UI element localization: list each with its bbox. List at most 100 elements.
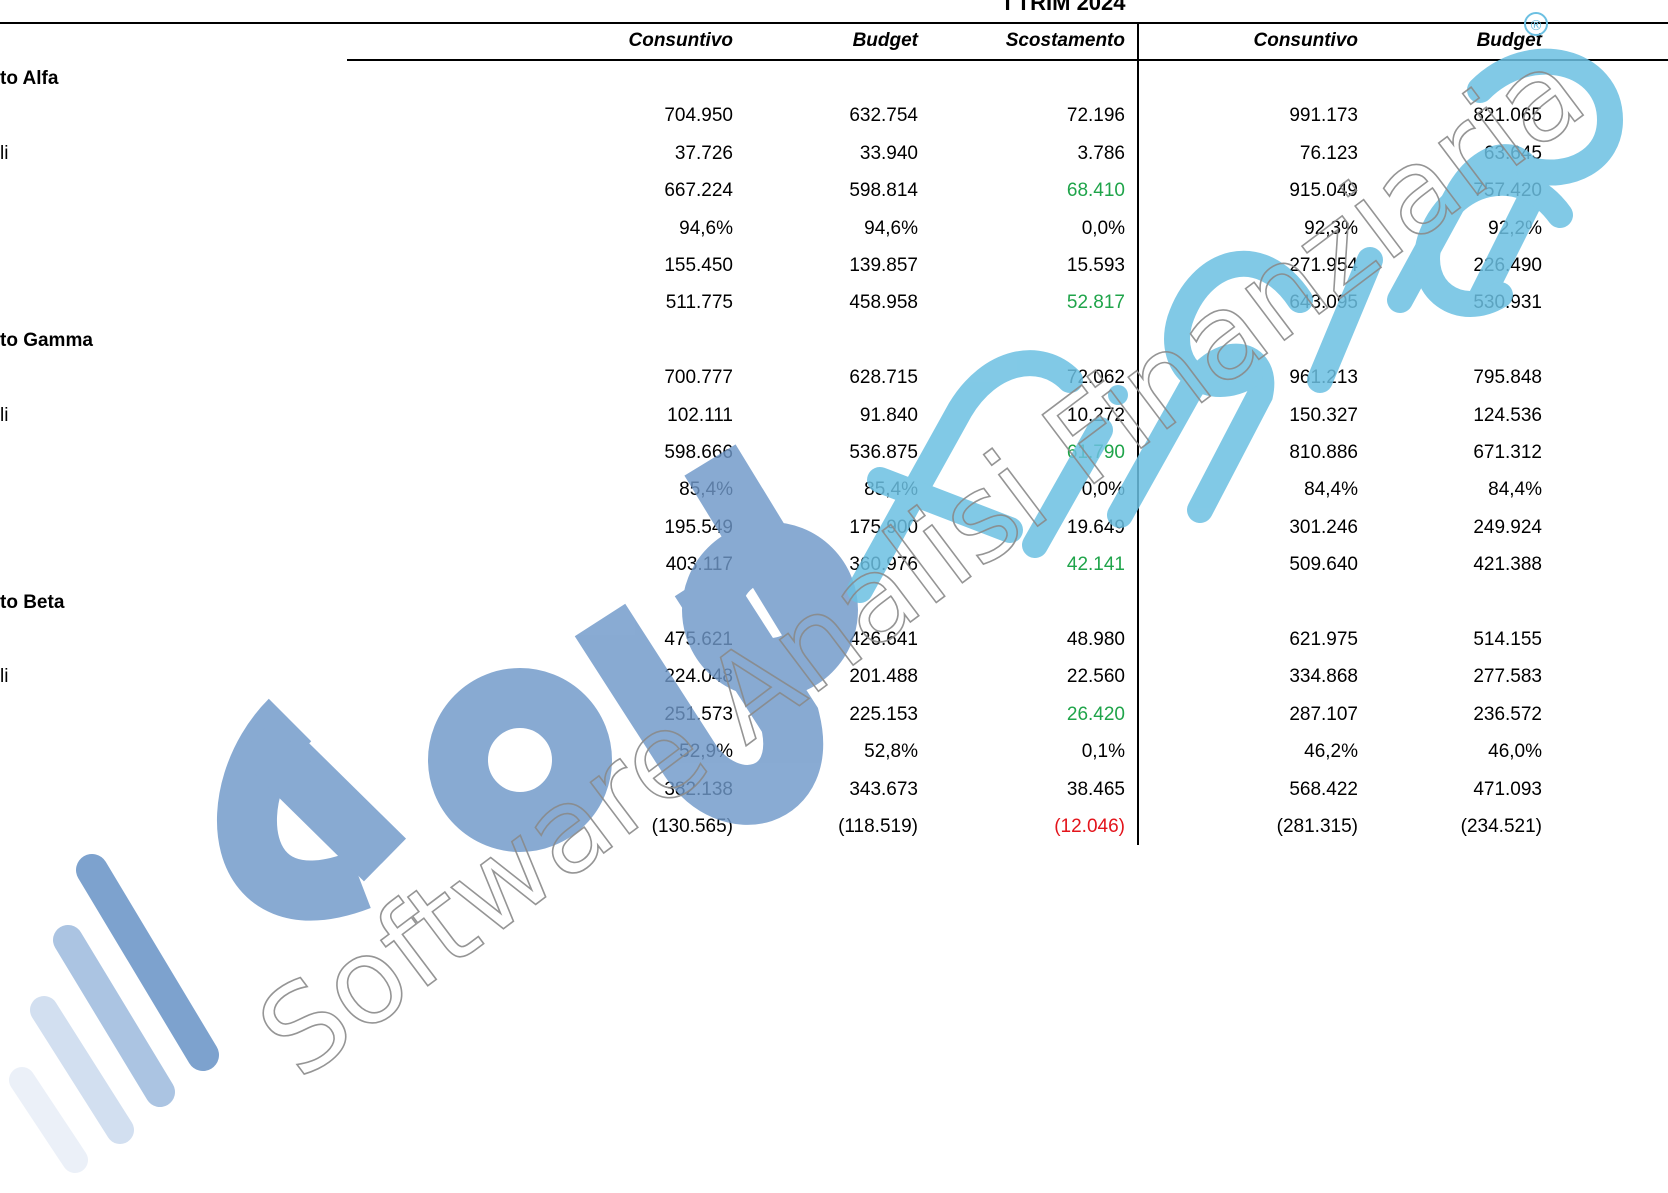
table-cell: 15.593 xyxy=(1066,255,1125,276)
table-cell: 0,0% xyxy=(1081,217,1125,239)
table-cell: 598.814 xyxy=(849,180,918,202)
table-cell: 42.141 xyxy=(1066,554,1125,576)
table-cell: 226.490 xyxy=(1473,255,1542,276)
table-cell: 536.875 xyxy=(849,442,918,463)
table-cell: 26.420 xyxy=(1066,703,1125,725)
table-cell: 511.775 xyxy=(665,292,733,314)
table-cell: 63.645 xyxy=(1483,142,1542,164)
table-cell: 757.420 xyxy=(1473,180,1542,202)
table-cell: 251.573 xyxy=(664,703,733,725)
table-cell: 76.123 xyxy=(1299,142,1358,164)
table-cell: 33.940 xyxy=(859,142,918,164)
table-cell: 224.048 xyxy=(664,666,733,688)
table-cell xyxy=(1158,328,1358,354)
table-cell xyxy=(1342,66,1542,92)
table-cell: 471.093 xyxy=(1473,778,1542,800)
table-cell: 249.924 xyxy=(1473,516,1542,538)
table-cell: 38.465 xyxy=(1066,778,1125,800)
col-header-consuntivo-2: Consuntivo xyxy=(1253,30,1359,51)
table-cell: 92,2% xyxy=(1488,217,1542,239)
table-cell: (234.521) xyxy=(1460,816,1542,837)
table-cell xyxy=(718,66,918,92)
table-cell: (130.565) xyxy=(651,816,733,837)
table-cell: 271.954 xyxy=(1289,255,1358,276)
table-cell: 201.488 xyxy=(849,666,918,688)
table-cell: 102.111 xyxy=(667,404,733,426)
table-cell: 334.868 xyxy=(1289,666,1358,688)
table-cell: 61.790 xyxy=(1066,442,1125,463)
table-cell: 150.327 xyxy=(1289,404,1358,426)
table-cell: 704.950 xyxy=(664,105,733,127)
table-cell: 85,4% xyxy=(679,479,733,501)
table-cell: 22.560 xyxy=(1066,666,1125,688)
table-cell: 509.640 xyxy=(1289,554,1358,576)
table-cell: 671.312 xyxy=(1473,442,1542,463)
table-cell xyxy=(533,590,733,616)
top-rule xyxy=(0,22,1668,24)
table-cell xyxy=(1342,328,1542,354)
table-cell xyxy=(925,328,1125,354)
table-cell: 795.848 xyxy=(1473,367,1542,389)
table-cell: 0,0% xyxy=(1081,479,1125,501)
table-cell: 236.572 xyxy=(1473,703,1542,725)
table-cell: 458.958 xyxy=(849,292,918,314)
table-cell xyxy=(1158,66,1358,92)
table-cell: 19.649 xyxy=(1066,516,1125,538)
table-cell: 91.840 xyxy=(859,404,918,426)
table-cell: 514.155 xyxy=(1473,629,1542,650)
table-cell: 155.450 xyxy=(664,255,733,276)
period-title: I TRIM 2024 xyxy=(1004,0,1126,15)
table-cell: 124.536 xyxy=(1473,404,1542,426)
col-header-consuntivo: Consuntivo xyxy=(628,30,734,51)
table-cell: 568.422 xyxy=(1289,778,1358,800)
table-cell: 403.117 xyxy=(665,554,733,576)
table-cell: 810.886 xyxy=(1289,442,1358,463)
table-cell: 632.754 xyxy=(849,105,918,127)
column-separator xyxy=(1137,22,1139,845)
table-cell: 991.173 xyxy=(1289,105,1358,127)
row-label: li xyxy=(0,142,9,164)
table-cell: 360.976 xyxy=(849,554,918,576)
table-cell: 530.931 xyxy=(1473,292,1542,314)
table-cell: 421.388 xyxy=(1473,554,1542,576)
table-cell: (12.046) xyxy=(1054,816,1125,837)
table-cell: 94,6% xyxy=(864,217,918,239)
table-cell: 628.715 xyxy=(849,367,918,389)
table-cell xyxy=(718,590,918,616)
table-cell: 46,2% xyxy=(1304,741,1358,763)
group-label: to Beta xyxy=(0,591,65,613)
table-cell: 475.621 xyxy=(664,629,733,650)
header-rule xyxy=(347,59,1668,61)
table-cell xyxy=(925,590,1125,616)
table-cell: 85,4% xyxy=(864,479,918,501)
table-cell: 72.196 xyxy=(1066,105,1125,127)
table-cell: 72.062 xyxy=(1066,367,1125,389)
col-header-budget-2: Budget xyxy=(1476,30,1542,51)
table-cell: 46,0% xyxy=(1488,741,1542,763)
table-cell: 225.153 xyxy=(849,703,918,725)
row-label: li xyxy=(0,666,9,688)
table-cell: 287.107 xyxy=(1289,703,1358,725)
table-cell: 84,4% xyxy=(1488,479,1542,501)
table-cell: 37.726 xyxy=(674,142,733,164)
table-cell: 961.213 xyxy=(1289,367,1358,389)
table-cell: 915.049 xyxy=(1289,180,1358,202)
table-cell: 92,3% xyxy=(1304,217,1358,239)
table-cell: 426.641 xyxy=(849,629,918,650)
table-cell: 84,4% xyxy=(1304,479,1358,501)
table-cell xyxy=(533,66,733,92)
table-cell: 52,8% xyxy=(864,741,918,763)
table-cell: 52.817 xyxy=(1066,292,1125,314)
table-cell: 598.666 xyxy=(664,442,733,463)
table-cell xyxy=(1342,590,1542,616)
table-cell xyxy=(1158,590,1358,616)
col-header-budget: Budget xyxy=(852,30,918,51)
table-cell xyxy=(925,66,1125,92)
table-cell: 821.065 xyxy=(1473,105,1542,127)
table-cell: 382.138 xyxy=(664,778,733,800)
table-cell: 3.786 xyxy=(1077,142,1125,164)
table-cell: 667.224 xyxy=(664,180,733,202)
table-cell: 643.095 xyxy=(1289,292,1358,314)
table-cell: 175.900 xyxy=(849,516,918,538)
table-cell: 48.980 xyxy=(1066,629,1125,650)
